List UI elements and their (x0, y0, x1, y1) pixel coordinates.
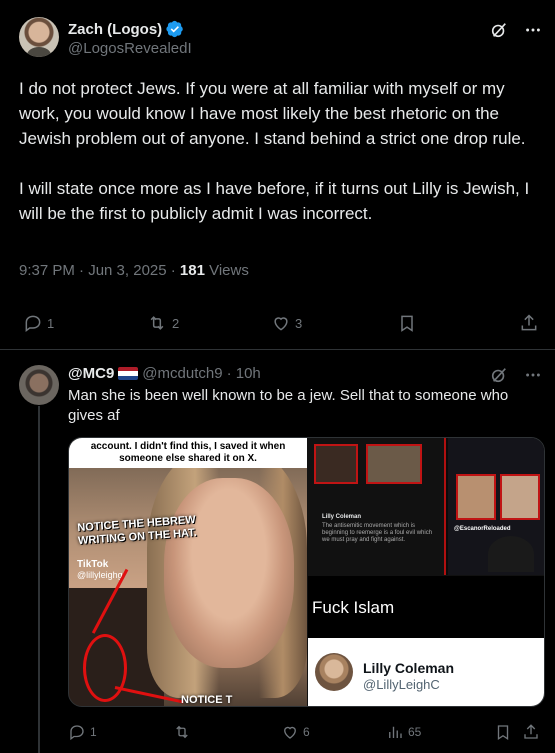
verified-badge-icon (166, 20, 183, 38)
reply-count: 1 (47, 315, 55, 331)
netherlands-flag-icon (118, 367, 139, 380)
red-circle-annotation (83, 634, 127, 702)
collage-figure (488, 536, 534, 572)
collage-thumb (366, 444, 422, 484)
views-button[interactable]: 65 (386, 723, 421, 741)
post-timestamp[interactable]: 9:37 PM · Jun 3, 2025 · (19, 262, 180, 279)
reply-display-name[interactable]: @MC9 (68, 365, 114, 382)
profile-card-avatar (315, 653, 353, 691)
author-handle[interactable]: @LogosRevealedI (68, 40, 192, 57)
share-button[interactable] (519, 313, 539, 333)
bookmark-icon (401, 315, 413, 332)
media-video-still: account. I didn't find this, I saved it … (69, 438, 307, 706)
reply-icon (25, 315, 41, 332)
views-count: 65 (408, 725, 422, 739)
collage-thumb (456, 474, 496, 520)
repost-icon (150, 316, 164, 330)
thread-line (38, 406, 40, 753)
main-post: Zach (Logos) @LogosRevealedI I do not pr… (0, 0, 555, 350)
post-top-actions (489, 20, 543, 40)
reply-author-avatar[interactable] (19, 365, 59, 405)
collage-panel-right: @EscanorReloaded (448, 438, 544, 575)
share-button[interactable] (522, 723, 540, 741)
reply-top-actions (489, 365, 543, 385)
like-icon (274, 317, 288, 331)
more-icon[interactable] (523, 365, 543, 385)
post-paragraph: I will state once more as I have before,… (19, 179, 530, 223)
repost-count: 2 (172, 315, 180, 331)
post-actions: 1 2 3 (19, 313, 544, 335)
post-body: I do not protect Jews. If you were at al… (19, 76, 544, 251)
more-icon[interactable] (523, 20, 543, 40)
escanor-tag: @EscanorReloaded (454, 526, 511, 532)
reply-actions: 1 6 65 (68, 723, 545, 743)
views-icon (389, 726, 402, 738)
reply-time[interactable]: · 10h (227, 365, 261, 382)
tiktok-handle: @lillyleighg (77, 570, 123, 580)
reply-media-image[interactable]: account. I didn't find this, I saved it … (68, 437, 545, 707)
repost-icon (176, 725, 188, 739)
reply-icon (70, 725, 84, 741)
collage-thumb (500, 474, 540, 520)
media-profile-card: Fuck Islam Lilly Coleman @LillyLeighC (308, 576, 544, 706)
post-meta: 9:37 PM · Jun 3, 2025 · 181 Views (19, 262, 249, 279)
collage-inner-name: Lilly Coleman (322, 514, 362, 520)
views-label: Views (204, 262, 249, 279)
like-count: 3 (295, 315, 303, 331)
like-button[interactable]: 3 (271, 313, 302, 333)
reply-header: @MC9 @mcdutch9 · 10h (68, 365, 261, 382)
author-display-name[interactable]: Zach (Logos) (68, 21, 162, 38)
reply-handle[interactable]: @mcdutch9 (142, 365, 222, 382)
media-notice-text-2: NOTICE T (181, 694, 233, 706)
media-screenshot-collage: Lilly Coleman The antisemitic movement w… (308, 438, 544, 575)
fuck-islam-panel: Fuck Islam (308, 576, 544, 638)
post-paragraph: I do not protect Jews. If you were at al… (19, 79, 526, 148)
collage-thumb (314, 444, 358, 484)
repost-button[interactable]: 2 (146, 313, 179, 333)
reply-button[interactable]: 1 (68, 723, 97, 741)
share-icon (521, 314, 537, 331)
grok-icon[interactable] (489, 365, 509, 385)
collage-inner-text: The antisemitic movement which is beginn… (322, 523, 433, 543)
reply-button[interactable]: 1 (23, 313, 54, 333)
tiktok-watermark: TikTok @lillyleighg (77, 559, 123, 581)
media-caption: account. I didn't find this, I saved it … (69, 438, 307, 468)
like-count: 6 (303, 725, 310, 739)
reply-count: 1 (90, 725, 97, 739)
profile-card-name: Lilly Coleman (363, 660, 455, 676)
bookmark-button[interactable] (494, 723, 512, 741)
like-icon (284, 726, 296, 739)
reply-body: Man she is been well known to be a jew. … (68, 387, 509, 424)
views-count: 181 (179, 262, 205, 279)
tiktok-label: TikTok (77, 559, 109, 570)
grok-icon[interactable] (489, 20, 509, 40)
like-button[interactable]: 6 (281, 723, 310, 741)
bookmark-button[interactable] (397, 313, 417, 333)
bookmark-icon (497, 725, 509, 741)
collage-panel-left: Lilly Coleman The antisemitic movement w… (308, 438, 446, 575)
reply-post: @MC9 @mcdutch9 · 10h Man she is been wel… (0, 351, 555, 753)
author-avatar[interactable] (19, 17, 59, 57)
profile-card-handle: @LillyLeighC (363, 677, 440, 692)
author-name-row: Zach (Logos) (68, 20, 184, 38)
share-icon (524, 724, 538, 739)
repost-button[interactable] (172, 723, 196, 741)
